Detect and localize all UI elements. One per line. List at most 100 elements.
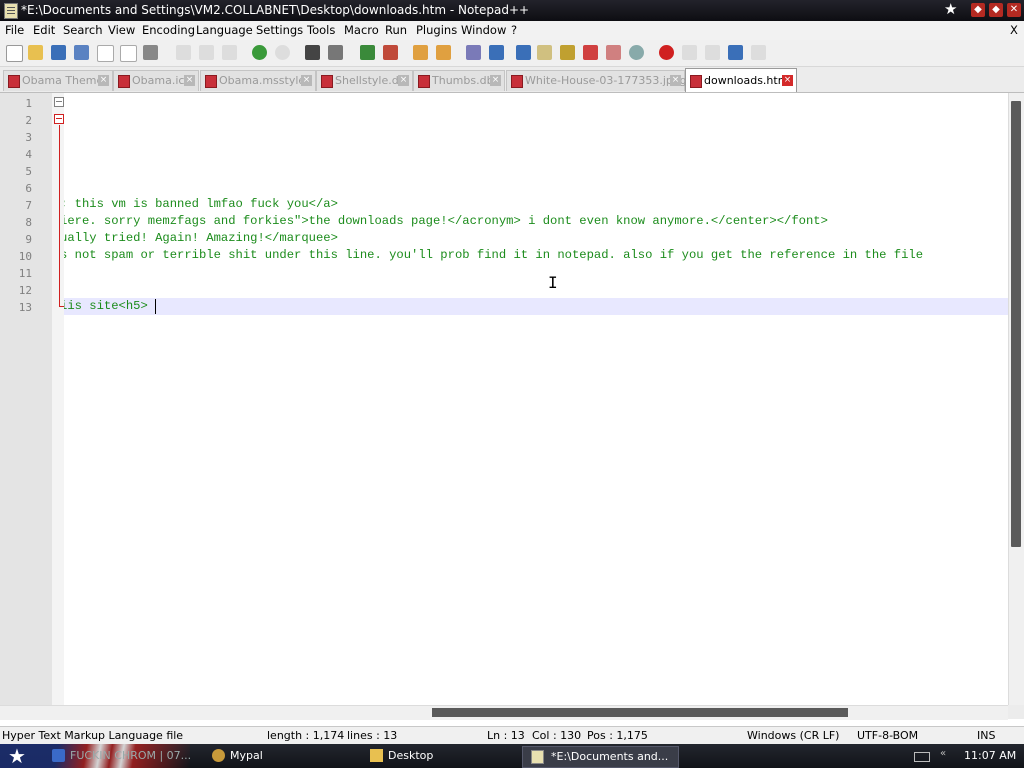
tab-obama-icl[interactable]: Obama.icl × [113, 70, 199, 91]
copy-icon[interactable] [199, 45, 214, 60]
menu-settings[interactable]: Settings [256, 23, 303, 37]
folder-icon [370, 749, 383, 762]
stop-macro-icon[interactable] [682, 45, 697, 60]
taskbar-item-notepad[interactable]: *E:\Documents and... [522, 746, 679, 768]
close-all-icon[interactable] [120, 45, 137, 62]
status-ln: Ln : 13 [487, 729, 525, 742]
maximize-button[interactable]: ◆ [989, 3, 1003, 17]
fold-toggle-icon[interactable] [54, 97, 64, 107]
monitoring-icon[interactable] [629, 45, 644, 60]
fold-toggle-icon[interactable] [54, 114, 64, 124]
menu-encoding[interactable]: Encoding [142, 23, 195, 37]
minimize-button[interactable]: ◆ [971, 3, 985, 17]
line-number: 9 [25, 233, 32, 246]
close-file-icon[interactable] [97, 45, 114, 62]
menu-tools[interactable]: Tools [307, 23, 335, 37]
taskbar-item-desktop[interactable]: Desktop [370, 746, 510, 766]
editor-text-area[interactable]: ; this vm is banned lmfao fuck you</a> i… [64, 93, 1008, 705]
tab-obama-msstyles[interactable]: Obama.msstyles × [200, 70, 316, 91]
find-icon[interactable] [305, 45, 320, 60]
vertical-scrollbar[interactable] [1008, 93, 1024, 705]
menu-language[interactable]: Language [196, 23, 253, 37]
taskbar-item-mypal[interactable]: Mypal [212, 746, 352, 766]
replace-icon[interactable] [328, 45, 343, 60]
zoom-in-icon[interactable] [360, 45, 375, 60]
horizontal-scroll-thumb[interactable] [432, 708, 848, 717]
line-number: 11 [18, 267, 32, 280]
save-icon[interactable] [51, 45, 66, 60]
indent-guide-icon[interactable] [516, 45, 531, 60]
menu-close-document[interactable]: X [1010, 23, 1018, 37]
tab-close-icon[interactable]: × [184, 75, 195, 86]
paste-icon[interactable] [222, 45, 237, 60]
status-eol[interactable]: Windows (CR LF) [747, 729, 839, 742]
status-lines: lines : 13 [347, 729, 398, 742]
line-number: 2 [25, 114, 32, 127]
menu-macro[interactable]: Macro [344, 23, 379, 37]
tab-downloads-htm[interactable]: downloads.htm × [685, 68, 797, 92]
start-button[interactable]: ★ [8, 745, 26, 767]
document-map-icon[interactable] [560, 45, 575, 60]
show-all-characters-icon[interactable] [489, 45, 504, 60]
undo-icon[interactable] [252, 45, 267, 60]
fold-margin[interactable] [52, 93, 64, 705]
tab-close-icon[interactable]: × [670, 75, 681, 86]
run-macro-multiple-icon[interactable] [728, 45, 743, 60]
folder-workspace-icon[interactable] [606, 45, 621, 60]
vertical-scroll-thumb[interactable] [1011, 101, 1021, 547]
menu-plugins[interactable]: Plugins [416, 23, 457, 37]
clock[interactable]: 11:07 AM [964, 749, 1016, 762]
tab-white-house-jpeg[interactable]: White-House-03-177353.jpeg × [506, 70, 687, 91]
file-icon [321, 75, 333, 88]
notepad-plus-plus-icon[interactable] [4, 3, 18, 19]
line-number: 13 [18, 301, 32, 314]
menu-bar: File Edit Search View Encoding Language … [0, 21, 1024, 40]
system-tray: « 11:07 AM [908, 746, 1024, 766]
user-language-icon[interactable] [537, 45, 552, 60]
save-all-icon[interactable] [74, 45, 89, 60]
tab-obama-theme[interactable]: Obama Theme × [3, 70, 113, 91]
new-file-icon[interactable] [6, 45, 23, 62]
menu-help[interactable]: ? [511, 23, 517, 37]
code-line-8: iere. sorry memzfags and forkies">the do… [64, 214, 828, 228]
tab-close-icon[interactable]: × [98, 75, 109, 86]
tab-close-icon[interactable]: × [301, 75, 312, 86]
sync-horizontal-icon[interactable] [436, 45, 451, 60]
tab-shellstyle-dll[interactable]: Shellstyle.dll × [316, 70, 413, 91]
menu-run[interactable]: Run [385, 23, 407, 37]
cut-icon[interactable] [176, 45, 191, 60]
menu-view[interactable]: View [108, 23, 135, 37]
line-number: 3 [25, 131, 32, 144]
taskbar-item-label: Mypal [230, 749, 263, 762]
tab-close-icon[interactable]: × [398, 75, 409, 86]
redo-icon[interactable] [275, 45, 290, 60]
status-insert-mode[interactable]: INS [977, 729, 995, 742]
tab-bar: Obama Theme × Obama.icl × Obama.msstyles… [0, 67, 1024, 93]
word-wrap-icon[interactable] [466, 45, 481, 60]
horizontal-scrollbar[interactable] [0, 705, 1008, 720]
tray-arrow-icon[interactable]: « [940, 748, 946, 759]
function-list-icon[interactable] [583, 45, 598, 60]
tab-close-icon[interactable]: × [490, 75, 501, 86]
keyboard-icon[interactable] [914, 752, 930, 762]
zoom-out-icon[interactable] [383, 45, 398, 60]
line-number-gutter[interactable]: 1 2 3 4 5 6 7 8 9 10 11 12 13 [0, 93, 52, 705]
close-button[interactable]: ✕ [1007, 3, 1021, 17]
menu-file[interactable]: File [5, 23, 24, 37]
print-icon[interactable] [143, 45, 158, 60]
taskbar-item-label: *E:\Documents and... [551, 750, 669, 763]
code-line-7: ; this vm is banned lmfao fuck you</a> [64, 197, 338, 211]
save-macro-icon[interactable] [751, 45, 766, 60]
status-encoding[interactable]: UTF-8-BOM [857, 729, 918, 742]
browser-icon [52, 749, 65, 762]
tab-close-icon[interactable]: × [782, 75, 793, 86]
menu-window[interactable]: Window [461, 23, 506, 37]
taskbar-item-chrome[interactable]: FUCKIN CHROM | 07... [52, 746, 191, 766]
open-file-icon[interactable] [28, 45, 43, 60]
sync-vertical-icon[interactable] [413, 45, 428, 60]
menu-edit[interactable]: Edit [33, 23, 55, 37]
menu-search[interactable]: Search [63, 23, 103, 37]
tab-thumbs-db[interactable]: Thumbs.db × [413, 70, 505, 91]
record-macro-icon[interactable] [659, 45, 674, 60]
play-macro-icon[interactable] [705, 45, 720, 60]
